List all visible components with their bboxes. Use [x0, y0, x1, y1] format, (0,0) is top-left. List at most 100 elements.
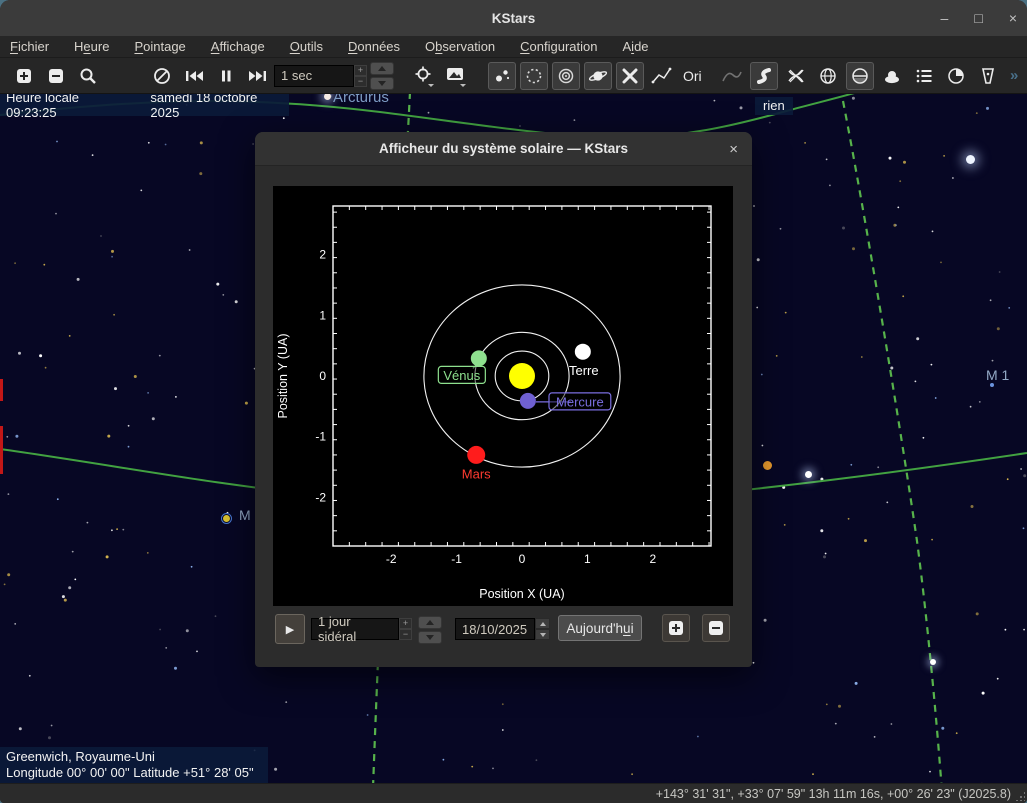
- bright-star-se: [805, 471, 812, 478]
- mini-minus-button[interactable]: −: [354, 76, 367, 87]
- svg-text:Ori: Ori: [683, 68, 702, 84]
- menu-item-configuration[interactable]: Configuration: [520, 39, 597, 54]
- mini-plus-button[interactable]: +: [399, 618, 412, 629]
- statusbar: +143° 31' 31", +33° 07' 59" 13h 11m 16s,…: [0, 783, 1027, 803]
- menu-item-outils[interactable]: Outils: [290, 39, 323, 54]
- zoom-in-icon: [14, 66, 34, 86]
- deep-sky-icon: [524, 66, 544, 86]
- focus-info-chip: rien: [755, 97, 793, 115]
- body-Mars: [467, 446, 485, 464]
- menubar: Fichier Heure Pointage Affichage Outils Donné…: [0, 36, 1027, 58]
- svg-text:2: 2: [649, 552, 656, 566]
- time-to-now-button[interactable]: [148, 62, 176, 90]
- horizontal-grid-icon: [818, 66, 838, 86]
- toggle-supernovae-button[interactable]: [552, 62, 580, 90]
- window-title: KStars: [492, 11, 536, 26]
- minimize-button[interactable]: –: [941, 11, 949, 25]
- maximize-button[interactable]: □: [974, 11, 982, 25]
- location-chip: Greenwich, Royaume-Uni Longitude 00° 00'…: [0, 747, 268, 783]
- date-field[interactable]: 18/10/2025: [455, 618, 535, 640]
- toggle-constellation-lines-button[interactable]: [648, 62, 676, 90]
- svg-text:-2: -2: [315, 490, 326, 504]
- menu-item-affichage[interactable]: Affichage: [211, 39, 265, 54]
- clock-pie-icon: [946, 66, 966, 86]
- menu-item-heure[interactable]: Heure: [74, 39, 109, 54]
- time-step-forward-button[interactable]: [244, 62, 272, 90]
- toggle-satellites-button[interactable]: [616, 62, 644, 90]
- red-edge-mark-2: [0, 426, 3, 474]
- toggle-equatorial-grid-button[interactable]: [782, 62, 810, 90]
- toggle-horizon-button[interactable]: [846, 62, 874, 90]
- pause-button[interactable]: [212, 62, 240, 90]
- toolbar-timestep-mini-spin[interactable]: +−: [354, 65, 367, 87]
- toggle-stars-button[interactable]: [488, 62, 516, 90]
- menu-item-pointage[interactable]: Pointage: [134, 39, 185, 54]
- toggle-horizontal-grid-button[interactable]: [814, 62, 842, 90]
- bright-star-on-line: [930, 659, 936, 665]
- meridian-dashed-right: [843, 101, 943, 783]
- dialog-zoom-out-button[interactable]: [702, 614, 730, 642]
- view-image-button[interactable]: [442, 62, 470, 90]
- date-up-button[interactable]: [535, 618, 550, 629]
- timestep-up-button[interactable]: [370, 62, 394, 75]
- toggle-constellation-names-button[interactable]: Ori: [680, 62, 714, 90]
- timestep-down-button[interactable]: [370, 77, 394, 90]
- solar-system-plot-panel[interactable]: -2-1012-2-1012Position X (UA)Position Y …: [273, 186, 733, 606]
- dialog-close-button[interactable]: ×: [729, 132, 738, 166]
- svg-text:0: 0: [519, 552, 526, 566]
- svg-text:0: 0: [319, 369, 326, 383]
- local-time-text: Heure locale 09:23:25: [6, 94, 132, 120]
- zoom-out-button[interactable]: [42, 62, 70, 90]
- date-down-button[interactable]: [535, 629, 550, 640]
- whats-up-tonight-button[interactable]: [942, 62, 970, 90]
- menu-item-fichier[interactable]: Fichier: [10, 39, 49, 54]
- toggle-deep-sky-button[interactable]: [520, 62, 548, 90]
- time-step-back-button[interactable]: [180, 62, 208, 90]
- saturn-icon: [587, 66, 609, 86]
- fov-button[interactable]: [974, 62, 1002, 90]
- body-Soleil: [509, 363, 535, 389]
- up-arrow-icon: [426, 620, 434, 625]
- resize-grip[interactable]: [1015, 791, 1025, 801]
- mini-minus-button[interactable]: −: [399, 629, 412, 640]
- window-titlebar[interactable]: KStars – □ ×: [0, 0, 1027, 36]
- dialog-zoom-in-button[interactable]: [662, 614, 690, 642]
- play-button[interactable]: ▶: [275, 614, 305, 644]
- blue-star-m1: [990, 383, 994, 387]
- find-object-button[interactable]: [74, 62, 102, 90]
- today-button[interactable]: Aujourd'hui: [558, 615, 642, 641]
- toggle-planets-button[interactable]: [584, 62, 612, 90]
- zoom-in-button[interactable]: [10, 62, 38, 90]
- menu-item-données[interactable]: Données: [348, 39, 400, 54]
- solar-system-plot[interactable]: -2-1012-2-1012Position X (UA)Position Y …: [273, 186, 733, 606]
- label-m1: M 1: [986, 367, 1009, 383]
- fov-icon: [978, 66, 998, 86]
- step-back-icon: [183, 66, 205, 86]
- timestep-down-button[interactable]: [418, 631, 442, 644]
- dialog-timestep-field[interactable]: 1 jour sidéral: [311, 618, 399, 640]
- mini-plus-button[interactable]: +: [354, 65, 367, 76]
- menu-item-observation[interactable]: Observation: [425, 39, 495, 54]
- pointing-button[interactable]: [410, 62, 438, 90]
- close-button[interactable]: ×: [1009, 11, 1017, 25]
- timestep-up-button[interactable]: [418, 616, 442, 629]
- dialog-titlebar[interactable]: Afficheur du système solaire — KStars ×: [255, 132, 752, 166]
- body-Terre: [575, 344, 591, 360]
- date-spin: [535, 618, 550, 640]
- image-icon: [445, 65, 467, 87]
- toolbar-timestep-field[interactable]: 1 sec: [274, 65, 354, 87]
- label-Mars: Mars: [462, 466, 491, 481]
- toggle-flags-button[interactable]: [910, 62, 938, 90]
- menu-item-aide[interactable]: Aide: [623, 39, 649, 54]
- toggle-ground-button[interactable]: [878, 62, 906, 90]
- toolbar-overflow[interactable]: »: [1010, 67, 1018, 84]
- label-Vénus: Vénus: [443, 368, 480, 383]
- toggle-milky-way-button[interactable]: [750, 62, 778, 90]
- date-text: samedi 18 octobre 2025: [150, 94, 289, 120]
- search-icon: [78, 66, 98, 86]
- sky-map[interactable]: ArcturusM 1M Heure locale 09:23:25 samed…: [0, 94, 1027, 783]
- svg-text:1: 1: [319, 308, 326, 322]
- toggle-constellation-art-button[interactable]: [718, 62, 746, 90]
- red-edge-mark-1: [0, 379, 3, 401]
- svg-text:Position X (UA): Position X (UA): [479, 587, 564, 601]
